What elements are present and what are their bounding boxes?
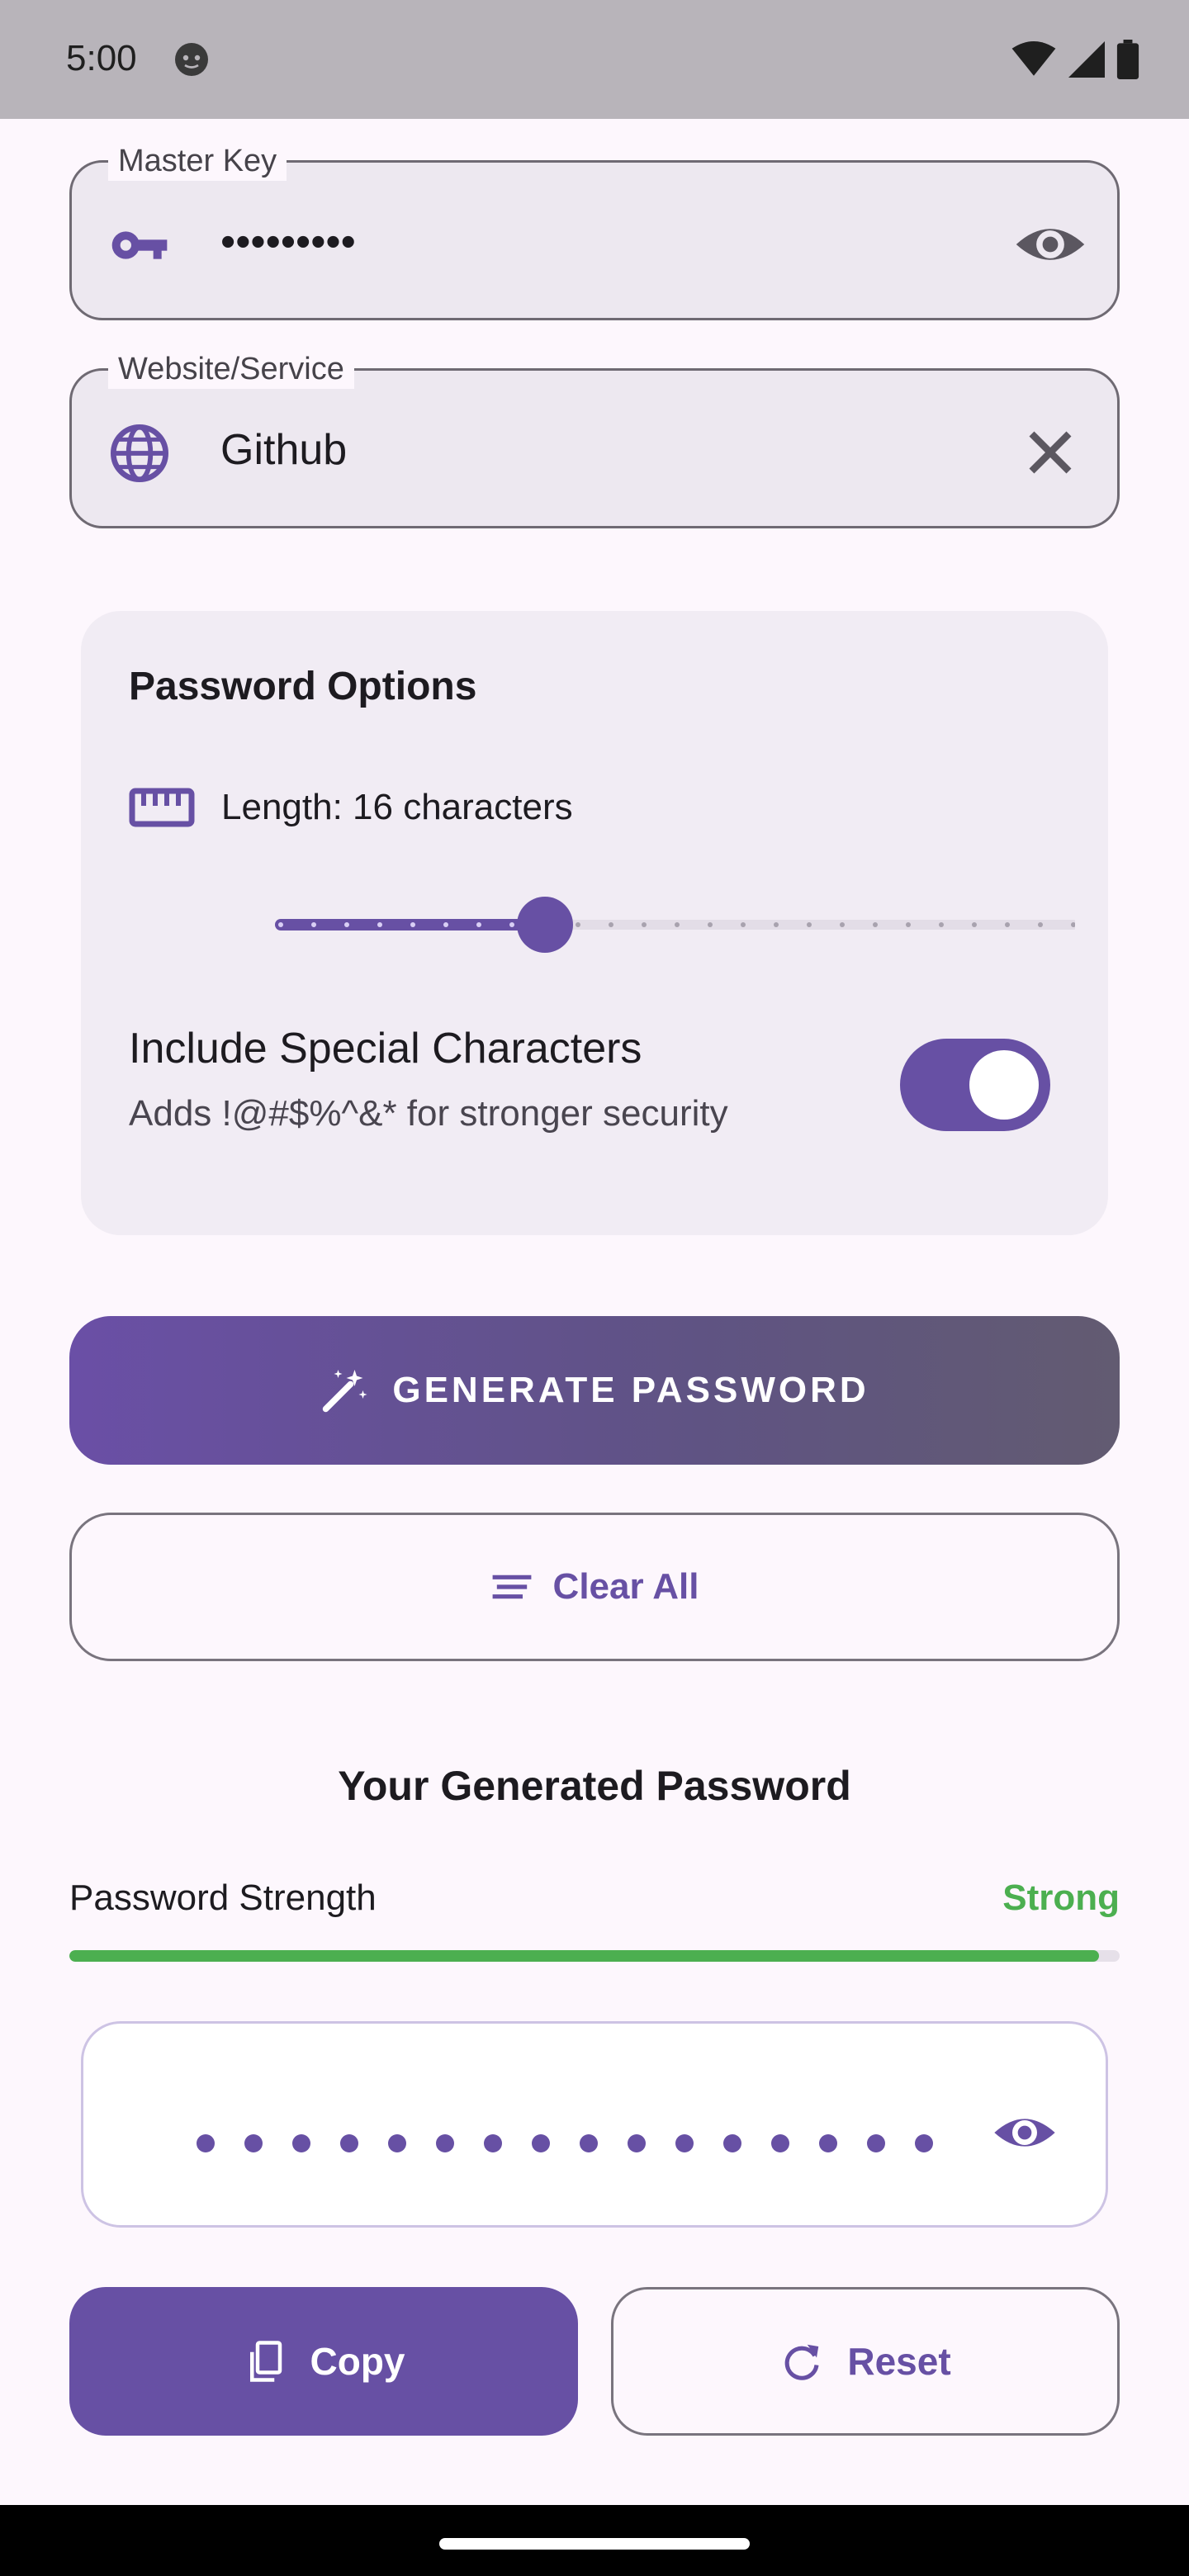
signal-icon [1068, 41, 1105, 78]
slider-tick [377, 922, 382, 927]
generated-password-box[interactable] [81, 2021, 1108, 2228]
wifi-icon [1011, 41, 1056, 76]
slider-tick [939, 922, 944, 927]
refresh-icon [785, 2344, 819, 2380]
ruler-icon [129, 788, 195, 827]
website-field[interactable]: Website/Service Github [69, 349, 1120, 528]
status-time: 5:00 [66, 38, 137, 78]
slider-tick [1005, 922, 1010, 927]
password-dot [244, 2134, 263, 2152]
slider-tick [476, 922, 481, 927]
slider-tick [774, 922, 779, 927]
slider-tick [840, 922, 845, 927]
password-dot [292, 2134, 310, 2152]
strength-bar-fill [69, 1950, 1099, 1962]
slider-thumb[interactable] [517, 897, 573, 953]
website-label: Website/Service [108, 349, 354, 389]
close-icon[interactable] [1013, 415, 1087, 490]
password-dot [532, 2134, 550, 2152]
copy-button[interactable]: Copy [69, 2287, 578, 2436]
slider-tick [642, 922, 647, 927]
password-dot [675, 2134, 694, 2152]
strength-label: Password Strength [69, 1878, 377, 1918]
slider-tick [311, 922, 316, 927]
slider-tick [344, 922, 349, 927]
length-label: Length: 16 characters [221, 787, 573, 827]
special-chars-toggle[interactable] [900, 1039, 1050, 1131]
copy-label: Copy [310, 2340, 405, 2383]
clear-all-icon [492, 1574, 531, 1599]
slider-tick [609, 922, 613, 927]
magic-wand-icon [323, 1370, 367, 1413]
password-dot [340, 2134, 358, 2152]
password-dot [388, 2134, 406, 2152]
slider-tick [443, 922, 448, 927]
clear-all-label: Clear All [552, 1566, 699, 1607]
slider-tick [1038, 922, 1043, 927]
eye-icon[interactable] [1013, 207, 1087, 282]
key-icon [111, 231, 168, 259]
master-key-field[interactable]: Master Key ••••••••• [69, 141, 1120, 320]
slider-tick [972, 922, 977, 927]
home-gesture-handle[interactable] [439, 2538, 750, 2550]
slider-tick [873, 922, 878, 927]
clear-all-button[interactable]: Clear All [69, 1513, 1120, 1661]
result-title: Your Generated Password [338, 1763, 851, 1809]
reset-button[interactable]: Reset [611, 2287, 1120, 2436]
password-dot [580, 2134, 598, 2152]
reset-label: Reset [847, 2340, 951, 2383]
copy-icon [249, 2341, 282, 2382]
strength-bar [69, 1950, 1120, 1962]
password-dot [867, 2134, 885, 2152]
app-notification-icon [175, 43, 208, 76]
slider-tick [807, 922, 812, 927]
strength-value: Strong [1002, 1878, 1120, 1918]
globe-icon [111, 424, 168, 482]
slider-tick [741, 922, 746, 927]
website-input[interactable]: Github [220, 420, 347, 480]
navigation-bar [0, 2505, 1189, 2576]
generate-password-button[interactable]: GENERATE PASSWORD [69, 1316, 1120, 1465]
password-dot [484, 2134, 502, 2152]
slider-tick [410, 922, 415, 927]
slider-tick [675, 922, 680, 927]
eye-icon[interactable] [992, 2100, 1058, 2166]
status-bar: 5:00 [0, 0, 1189, 119]
slider-tick [509, 922, 514, 927]
password-dot [723, 2134, 741, 2152]
password-dot [771, 2134, 789, 2152]
battery-icon [1116, 40, 1139, 79]
slider-tick [576, 922, 580, 927]
generate-label: GENERATE PASSWORD [392, 1370, 869, 1410]
password-dot [819, 2134, 837, 2152]
password-dot [915, 2134, 933, 2152]
masked-password [197, 2134, 933, 2152]
password-dot [436, 2134, 454, 2152]
slider-tick [708, 922, 713, 927]
master-key-input[interactable]: ••••••••• [220, 212, 356, 272]
slider-tick [278, 922, 283, 927]
options-title: Password Options [129, 665, 477, 708]
toggle-knob [969, 1050, 1039, 1120]
master-key-label: Master Key [108, 141, 287, 181]
special-chars-subtitle: Adds !@#$%^&* for stronger security [129, 1093, 728, 1134]
length-slider[interactable] [197, 892, 1075, 958]
slider-tick [906, 922, 911, 927]
password-options-card: Password Options Length: 16 characters I… [81, 611, 1108, 1235]
special-chars-title: Include Special Characters [129, 1025, 642, 1073]
password-dot [628, 2134, 646, 2152]
password-dot [197, 2134, 215, 2152]
